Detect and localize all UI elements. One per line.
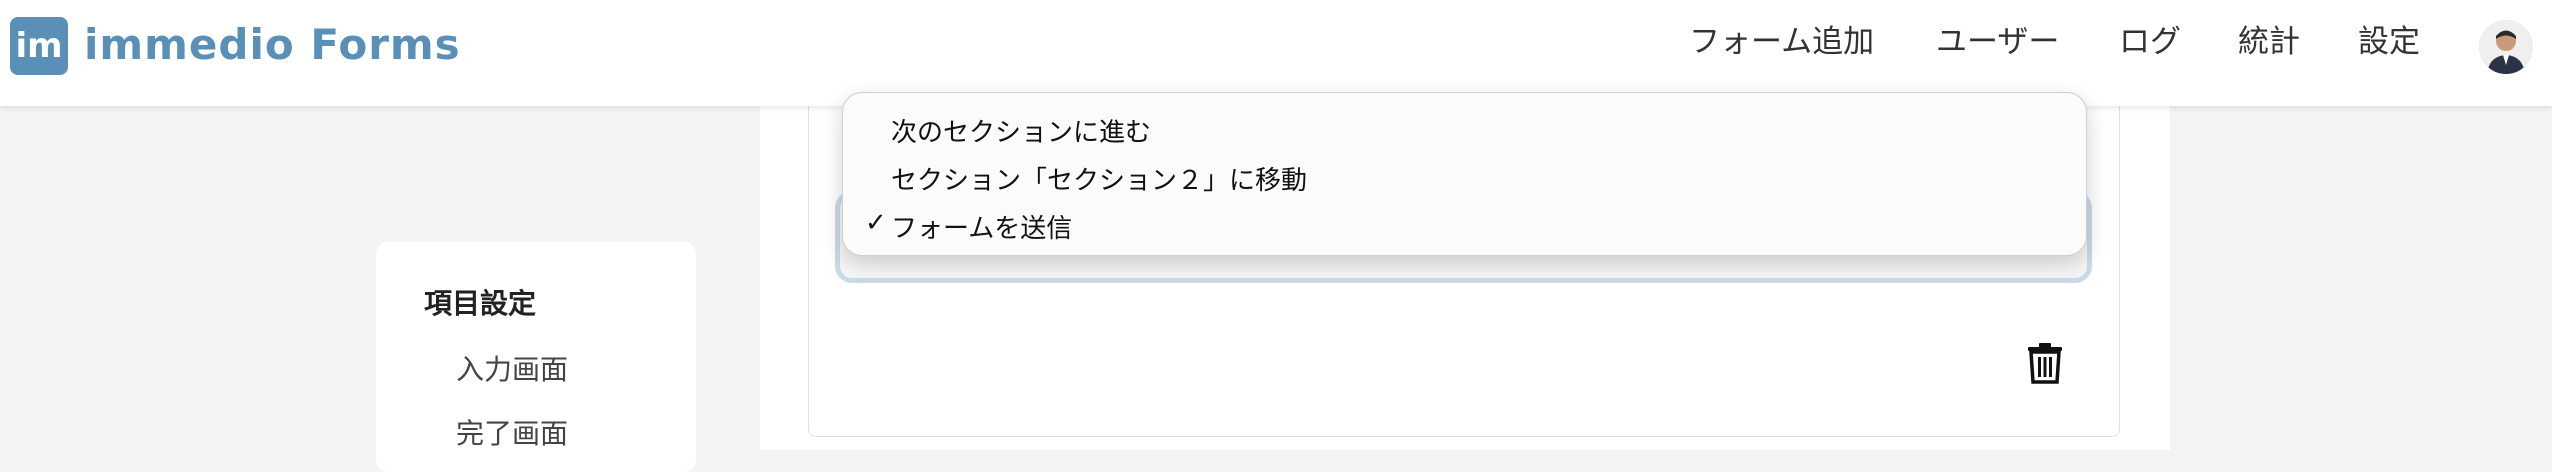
app-title[interactable]: immedio Forms xyxy=(84,20,461,69)
avatar-portrait-icon xyxy=(2479,20,2533,74)
sidebar-item-completion-screen[interactable]: 完了画面 xyxy=(456,412,568,452)
option-next-section[interactable]: 次のセクションに進む xyxy=(891,112,1151,149)
sidebar-heading: 項目設定 xyxy=(424,287,537,320)
after-section-dropdown-menu: 次のセクションに進む セクション「セクション２」に移動 ✓ フォームを送信 xyxy=(842,92,2087,256)
nav-add-form[interactable]: フォーム追加 xyxy=(1689,20,1874,64)
nav-settings[interactable]: 設定 xyxy=(2358,20,2420,64)
app-logo[interactable]: im xyxy=(10,17,68,75)
checkmark-icon: ✓ xyxy=(865,208,887,238)
option-submit-form[interactable]: フォームを送信 xyxy=(891,208,1072,245)
settings-sidebar: 項目設定 入力画面 完了画面 xyxy=(376,242,696,472)
user-avatar[interactable] xyxy=(2479,20,2533,74)
sidebar-item-input-screen[interactable]: 入力画面 xyxy=(456,348,568,388)
trash-icon[interactable] xyxy=(2026,342,2064,384)
nav-logs[interactable]: ログ xyxy=(2119,20,2181,64)
nav-users[interactable]: ユーザー xyxy=(1936,20,2059,64)
option-go-to-section-2[interactable]: セクション「セクション２」に移動 xyxy=(891,160,1307,197)
top-header: im immedio Forms フォーム追加 ユーザー ログ 統計 設定 xyxy=(0,0,2552,106)
nav-stats[interactable]: 統計 xyxy=(2238,20,2300,64)
